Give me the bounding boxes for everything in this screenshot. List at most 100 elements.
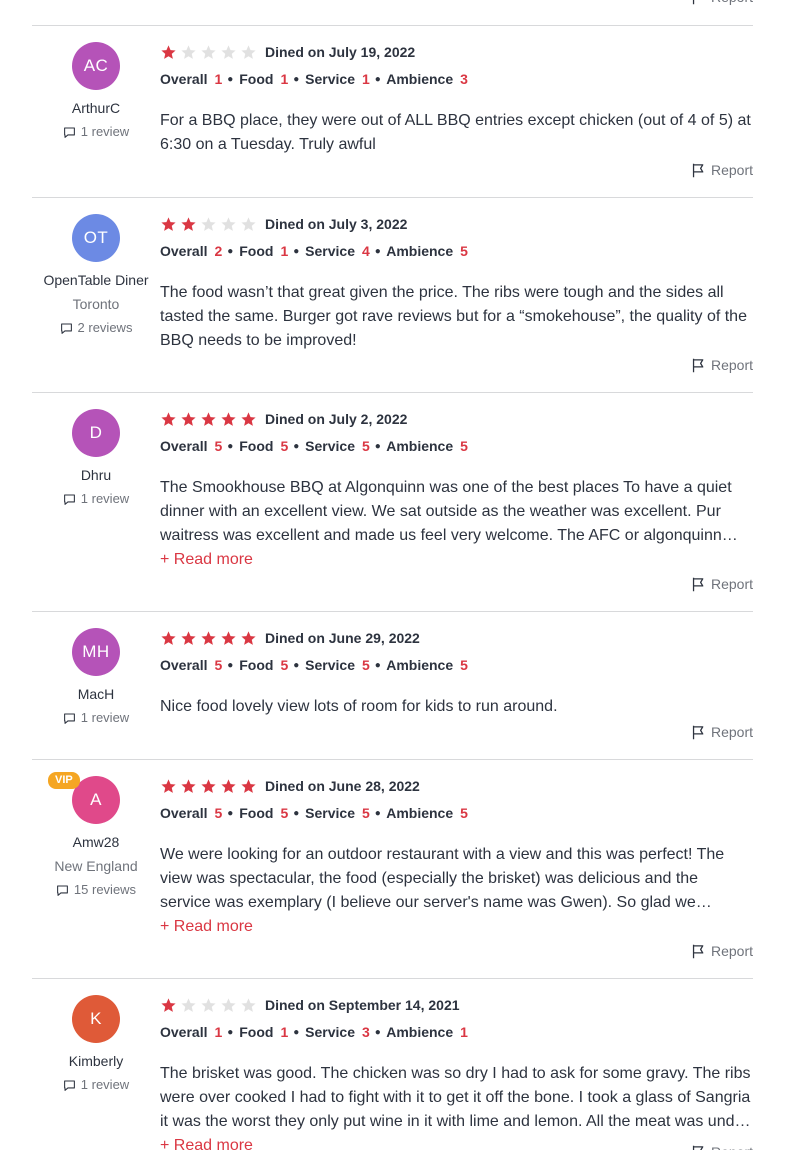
dined-date: Dined on June 28, 2022 [265, 778, 420, 794]
review-text: For a BBQ place, they were out of ALL BB… [160, 112, 751, 153]
review-card: OT OpenTable Diner Toronto 2 reviews Din… [32, 198, 753, 393]
rating-breakdown: Overall 5 ● Food 5 ● Service 5 ● Ambience 5 [160, 436, 753, 459]
star-rating [160, 630, 257, 647]
reviewer-info: AC ArthurC 1 review [32, 42, 160, 142]
overall-label: Overall [160, 243, 208, 259]
star-icon [201, 411, 216, 426]
star-icon [201, 216, 216, 231]
ambience-label: Ambience [386, 805, 454, 821]
star-rating [160, 44, 257, 61]
review-count-label: 15 reviews [73, 882, 137, 897]
separator-dot: ● [293, 660, 300, 671]
separator-dot: ● [227, 246, 234, 257]
ambience-label: Ambience [386, 71, 454, 87]
service-label: Service [305, 657, 355, 673]
previous-review-footer: Report [32, 0, 753, 26]
separator-dot: ● [374, 1027, 381, 1038]
food-value: 1 [280, 1024, 289, 1040]
star-icon [201, 44, 216, 59]
read-more-button[interactable]: + Read more [160, 915, 753, 939]
report-button[interactable]: Report [690, 0, 753, 8]
star-rating [160, 411, 257, 428]
dined-date: Dined on July 3, 2022 [265, 216, 408, 232]
overall-value: 2 [214, 243, 223, 259]
reviewer-location: New England [54, 858, 138, 874]
separator-dot: ● [227, 74, 234, 85]
overall-value: 5 [214, 805, 223, 821]
review-count-label: 1 review [80, 124, 130, 139]
reviewer-info: K Kimberly 1 review [32, 995, 160, 1095]
read-more-button[interactable]: + Read more [160, 1134, 753, 1150]
report-button[interactable]: Report [690, 160, 753, 180]
service-value: 1 [362, 71, 370, 87]
avatar-wrapper: AC [72, 42, 120, 90]
separator-dot: ● [374, 808, 381, 819]
report-label: Report [711, 0, 753, 7]
rating-breakdown: Overall 5 ● Food 5 ● Service 5 ● Ambience 5 [160, 655, 753, 678]
service-label: Service [305, 243, 355, 259]
rating-breakdown: Overall 5 ● Food 5 ● Service 5 ● Ambience 5 [160, 803, 753, 826]
service-value: 4 [362, 243, 370, 259]
report-button[interactable]: Report [690, 355, 753, 375]
flag-icon [692, 944, 704, 958]
speech-bubble-icon [57, 885, 68, 896]
review-count-label: 1 review [80, 710, 130, 725]
star-rating [160, 778, 257, 795]
separator-dot: ● [227, 1027, 234, 1038]
flag-icon [692, 725, 704, 739]
flag-icon [692, 577, 704, 591]
review-content: Dined on July 19, 2022 Overall 1 ● Food 1 ● … [160, 42, 753, 157]
star-icon [221, 778, 236, 793]
food-value: 5 [280, 438, 289, 454]
flag-icon [692, 163, 704, 177]
report-button[interactable]: Report [690, 1142, 753, 1150]
report-label: Report [710, 357, 753, 373]
ambience-label: Ambience [386, 1024, 454, 1040]
speech-bubble-icon [63, 494, 75, 505]
separator-dot: ● [293, 441, 300, 452]
rating-line: Dined on July 3, 2022 [160, 214, 753, 234]
separator-dot: ● [227, 660, 234, 671]
review-text: The brisket was good. The chicken was so… [160, 1065, 751, 1130]
report-button[interactable]: Report [690, 574, 753, 594]
avatar: OT [72, 214, 120, 262]
star-icon [241, 411, 256, 426]
reviewer-info: D Dhru 1 review [32, 409, 160, 509]
review-count: 2 reviews [32, 318, 160, 338]
separator-dot: ● [374, 246, 381, 257]
star-rating [160, 997, 257, 1014]
rating-breakdown: Overall 2 ● Food 1 ● Service 4 ● Ambience 5 [160, 241, 753, 264]
report-label: Report [710, 576, 753, 592]
read-more-button[interactable]: + Read more [160, 548, 753, 572]
separator-dot: ● [293, 246, 300, 257]
star-icon [181, 411, 196, 426]
review-text: The food wasn’t that great given the pri… [160, 284, 747, 349]
flag-icon [692, 1145, 704, 1150]
review-card: AC ArthurC 1 review Dined on July 19, 20… [32, 26, 753, 198]
report-label: Report [711, 1142, 753, 1150]
report-button[interactable]: Report [690, 722, 753, 742]
review-content: Dined on June 29, 2022 Overall 5 ● Food 5 ● … [160, 628, 753, 719]
service-value: 5 [362, 805, 370, 821]
dined-date: Dined on July 19, 2022 [265, 44, 416, 60]
star-icon [161, 997, 176, 1012]
report-button[interactable]: Report [690, 941, 753, 961]
ambience-value: 5 [460, 438, 468, 454]
reviewer-info: A VIP Amw28 New England 15 reviews [32, 772, 160, 900]
ambience-value: 5 [460, 243, 468, 259]
separator-dot: ● [293, 74, 300, 85]
star-icon [181, 216, 196, 231]
reviewer-name: MacH [77, 686, 115, 702]
dined-date: Dined on July 2, 2022 [265, 411, 408, 427]
overall-label: Overall [160, 657, 208, 673]
avatar-wrapper: OT [72, 214, 120, 262]
review-count: 1 review [32, 122, 160, 142]
reviewer-info: OT OpenTable Diner Toronto 2 reviews [32, 214, 160, 338]
rating-line: Dined on September 14, 2021 [160, 995, 753, 1015]
report-label: Report [710, 162, 753, 178]
reviewer-name: Dhru [80, 467, 112, 483]
star-icon [221, 630, 236, 645]
review-content: Dined on July 2, 2022 Overall 5 ● Food 5 ● S… [160, 409, 753, 572]
service-label: Service [305, 438, 355, 454]
dined-date: Dined on September 14, 2021 [265, 997, 460, 1013]
